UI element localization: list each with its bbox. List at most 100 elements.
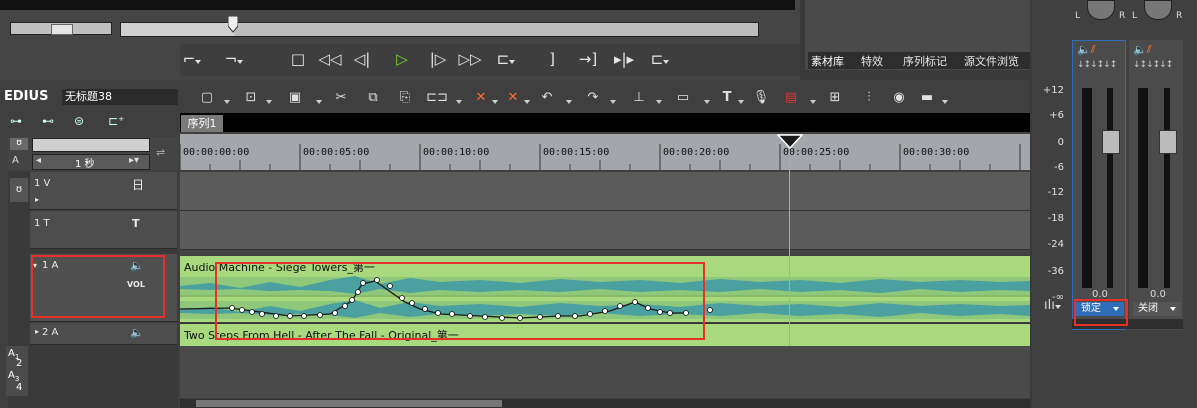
volume-mode-label[interactable]: VOL <box>127 280 145 289</box>
add-cut-icon[interactable]: ⊥ <box>628 86 650 110</box>
expand-icon[interactable]: ▸ <box>35 327 39 336</box>
ruler-label: 00:00:20:00 <box>663 147 730 158</box>
title-icon[interactable]: T <box>716 86 738 110</box>
automation-mode-select-1[interactable]: 锁定 <box>1076 302 1124 316</box>
fader-track-2 <box>1164 88 1170 288</box>
video-mute-icon[interactable]: 日 <box>132 176 144 193</box>
track-header-v1[interactable]: 1 V 日 ▸ <box>30 172 177 210</box>
jog-slider[interactable] <box>10 22 112 35</box>
new-sequence-icon[interactable]: ▢ <box>196 86 218 110</box>
eq-icons[interactable]: ↓↕↓↕↓↕ <box>1133 60 1173 70</box>
track-header-a1[interactable]: ▾ 1 A 🔈 VOL <box>30 254 177 322</box>
tab-sequence-marker[interactable]: 序列标记 <box>903 53 947 69</box>
playhead-marker-top[interactable] <box>227 15 239 34</box>
multicam-icon[interactable]: ⊞ <box>824 86 846 110</box>
v1-toggle-icon[interactable]: ʊ <box>10 178 28 202</box>
zoom-slider[interactable] <box>32 138 150 152</box>
render-icon[interactable]: ▤ <box>780 86 802 110</box>
collapse-icon[interactable]: ▾ <box>33 261 37 270</box>
next-edit-icon[interactable]: →][ <box>576 45 600 96</box>
track-header-a2[interactable]: ▸ 2 A 🔈 <box>30 323 177 345</box>
copy-icon[interactable]: ⧉ <box>362 86 384 110</box>
zoom-value: 1 秒 <box>75 159 95 170</box>
undo-icon[interactable]: ↶ <box>536 86 558 110</box>
stop-icon[interactable]: □ <box>286 45 310 73</box>
clip-name: Two Steps From Hell - After The Fall - O… <box>184 329 459 342</box>
sequence-tab-bar <box>180 113 1030 132</box>
transition-icon[interactable]: ▭ <box>672 86 694 110</box>
playhead-handle[interactable] <box>776 134 804 150</box>
open-project-icon[interactable]: ⊡ <box>240 86 262 110</box>
replace-icon[interactable]: ⊏⊐ <box>426 86 448 110</box>
tab-bin[interactable]: 素材库 <box>811 53 844 69</box>
position-scrubber[interactable] <box>120 22 759 37</box>
playhead-line <box>789 150 790 346</box>
ruler-label: 00:00:00:00 <box>183 147 250 158</box>
speaker-icon[interactable]: 🔈 <box>130 259 144 272</box>
zoom-select[interactable]: ◂ 1 秒 ▸▾ <box>32 154 150 170</box>
delete-ripple-icon[interactable]: ✕ <box>470 86 492 110</box>
delete-icon[interactable]: ✕ <box>502 86 524 110</box>
step-back-icon[interactable]: ◁| <box>350 45 374 73</box>
tab-source-browser[interactable]: 源文件浏览 <box>964 53 1019 69</box>
mixer-scrollbar[interactable] <box>1072 319 1183 329</box>
mixer-settings-icon[interactable]: ılı <box>1044 298 1061 313</box>
a-label: A <box>12 155 19 166</box>
loop-icon[interactable]: ⊏ <box>494 45 518 73</box>
fader-track-1 <box>1107 88 1113 288</box>
link-icon[interactable]: ⊷ <box>42 114 54 128</box>
channel-map[interactable]: A1 2 A3 4 <box>6 346 28 396</box>
mute-icon[interactable]: 🔈⫽ <box>1077 43 1096 57</box>
paste-icon[interactable]: ⎘ <box>394 86 416 110</box>
time-ruler[interactable]: 00:00:00:00 00:00:05:00 00:00:10:00 00:0… <box>180 134 1030 170</box>
horizontal-scrollbar[interactable] <box>180 399 1030 408</box>
project-name: 无标题38 <box>62 89 178 105</box>
transport-bar <box>180 44 800 76</box>
overwrite-icon[interactable]: ⊏ <box>648 45 672 73</box>
color-icon[interactable]: ◉ <box>888 86 910 110</box>
level-readout-1: 0.0 <box>1092 289 1108 300</box>
eq-icons[interactable]: ↓↕↓↕↓↕ <box>1077 60 1117 70</box>
mixer-icon[interactable]: ⫶ <box>858 86 880 110</box>
fast-forward-icon[interactable]: ▷▷ <box>458 45 482 73</box>
mixer-channel-1 <box>1072 40 1126 330</box>
sequence-tab[interactable]: 序列1 <box>181 115 223 132</box>
microphone-icon[interactable]: 🎙 <box>750 86 772 110</box>
level-readout-2: 0.0 <box>1150 289 1166 300</box>
group-icon[interactable]: ⊜ <box>74 114 84 128</box>
empty-track-area <box>180 346 1030 398</box>
fader-handle-2[interactable] <box>1159 130 1177 154</box>
track-lane-t1[interactable] <box>180 211 1030 250</box>
ruler-label: 00:00:05:00 <box>303 147 370 158</box>
expand-icon[interactable]: ▸ <box>35 195 39 204</box>
prev-edit-icon[interactable]: ][← <box>540 45 564 96</box>
track-header-t1[interactable]: 1 T T <box>30 211 177 249</box>
insert-icon[interactable]: ▸|▸ <box>612 45 636 73</box>
mark-out-icon[interactable]: ¬ <box>222 45 246 73</box>
app-name: EDIUS <box>4 89 49 104</box>
fader-handle-1[interactable] <box>1102 130 1120 154</box>
track-label-a2: 2 A <box>42 327 59 338</box>
redo-icon[interactable]: ↷ <box>582 86 604 110</box>
audio-clip-a1[interactable]: Audio Machine - Siege Towers_第一 <box>180 256 1030 322</box>
speaker-icon[interactable]: 🔈 <box>130 326 144 339</box>
step-forward-icon[interactable]: |▷ <box>426 45 450 73</box>
track-lane-v1[interactable] <box>180 172 1030 211</box>
automation-mode-select-2[interactable]: 关闭 <box>1133 302 1181 316</box>
cut-icon[interactable]: ✂ <box>330 86 352 110</box>
ruler-label: 00:00:15:00 <box>543 147 610 158</box>
sync-icon[interactable]: ⊶ <box>10 114 22 128</box>
mark-in-icon[interactable]: ⌐ <box>180 45 204 73</box>
ripple-icon[interactable]: ⊏⁺ <box>108 114 124 128</box>
play-icon[interactable]: ▷ <box>390 45 414 73</box>
rewind-icon[interactable]: ◁◁ <box>318 45 342 73</box>
toggle-icon[interactable]: ʊ <box>10 138 28 150</box>
snap-icon[interactable]: ⇌ <box>156 146 165 159</box>
timecode-strip <box>0 0 795 10</box>
track-label-a1: 1 A <box>42 260 59 271</box>
audio-clip-a2[interactable]: Two Steps From Hell - After The Fall - O… <box>180 323 1030 346</box>
tab-effects[interactable]: 特效 <box>861 53 883 69</box>
save-icon[interactable]: ▣ <box>284 86 306 110</box>
layout-icon[interactable]: ▬ <box>916 86 938 110</box>
mute-icon[interactable]: 🔈⫽ <box>1133 43 1152 57</box>
